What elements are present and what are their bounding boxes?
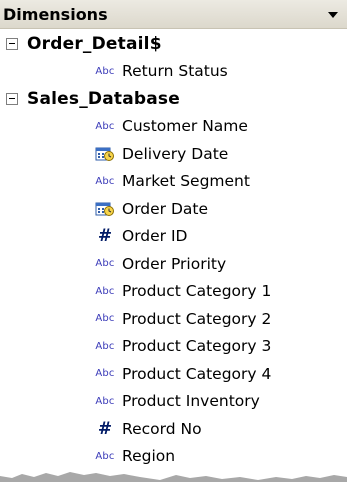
field-item[interactable]: Abc Order Priority — [0, 250, 347, 278]
field-item[interactable]: Abc Product Category 3 — [0, 333, 347, 361]
abc-icon: Abc — [95, 450, 115, 462]
field-label: Region — [122, 447, 176, 466]
tree-group-1[interactable]: Sales_Database — [0, 85, 347, 113]
abc-icon: Abc — [95, 65, 115, 77]
abc-icon: Abc — [95, 175, 115, 187]
field-item[interactable]: Abc Market Segment — [0, 168, 347, 196]
abc-icon: Abc — [95, 395, 115, 407]
field-item[interactable]: Abc Product Inventory — [0, 388, 347, 416]
field-label: Record No — [122, 419, 202, 438]
field-label: Order Date — [122, 199, 209, 218]
abc-icon: Abc — [95, 340, 115, 352]
field-item[interactable]: Delivery Date — [0, 140, 347, 168]
field-label: Product Category 4 — [122, 364, 272, 383]
field-label: Product Category 3 — [122, 337, 272, 356]
abc-icon: Abc — [95, 313, 115, 325]
field-label: Return Status — [122, 62, 228, 81]
tree-group-0[interactable]: Order_Detail$ — [0, 30, 347, 58]
field-item[interactable]: Abc Product Category 2 — [0, 305, 347, 333]
field-item[interactable]: # Record No — [0, 415, 347, 443]
abc-icon: Abc — [95, 120, 115, 132]
field-item[interactable]: Abc Product Category 1 — [0, 278, 347, 306]
dimensions-tree: Order_Detail$ Abc Return Status Sales_Datab… — [0, 30, 347, 470]
field-label: Delivery Date — [122, 144, 229, 163]
collapse-toggle-icon[interactable] — [6, 37, 18, 50]
field-label: Order ID — [122, 227, 188, 246]
field-label: Order Priority — [122, 254, 227, 273]
calendar-icon — [93, 146, 117, 162]
abc-icon: Abc — [95, 368, 115, 380]
field-label: Customer Name — [122, 117, 248, 136]
field-label: Product Inventory — [122, 392, 260, 411]
calendar-icon — [93, 201, 117, 217]
group-label: Sales_Database — [27, 88, 180, 109]
field-label: Market Segment — [122, 172, 250, 191]
collapse-toggle-icon[interactable] — [6, 92, 18, 105]
field-item[interactable]: Abc Product Category 4 — [0, 360, 347, 388]
abc-icon: Abc — [95, 285, 115, 297]
hash-icon: # — [97, 418, 113, 439]
hash-icon: # — [97, 226, 113, 247]
field-item[interactable]: Abc Customer Name — [0, 113, 347, 141]
field-label: Product Category 2 — [122, 309, 272, 328]
field-item[interactable]: Abc Region — [0, 443, 347, 471]
abc-icon: Abc — [95, 258, 115, 270]
field-label: Product Category 1 — [122, 282, 272, 301]
field-item[interactable]: Abc Return Status — [0, 58, 347, 86]
panel-title: Dimensions — [3, 4, 108, 24]
torn-edge — [0, 472, 347, 482]
field-item[interactable]: Order Date — [0, 195, 347, 223]
dimensions-panel-header: Dimensions — [0, 0, 347, 29]
group-label: Order_Detail$ — [27, 33, 162, 54]
field-item[interactable]: # Order ID — [0, 223, 347, 251]
triangle-down-icon[interactable] — [325, 8, 341, 22]
